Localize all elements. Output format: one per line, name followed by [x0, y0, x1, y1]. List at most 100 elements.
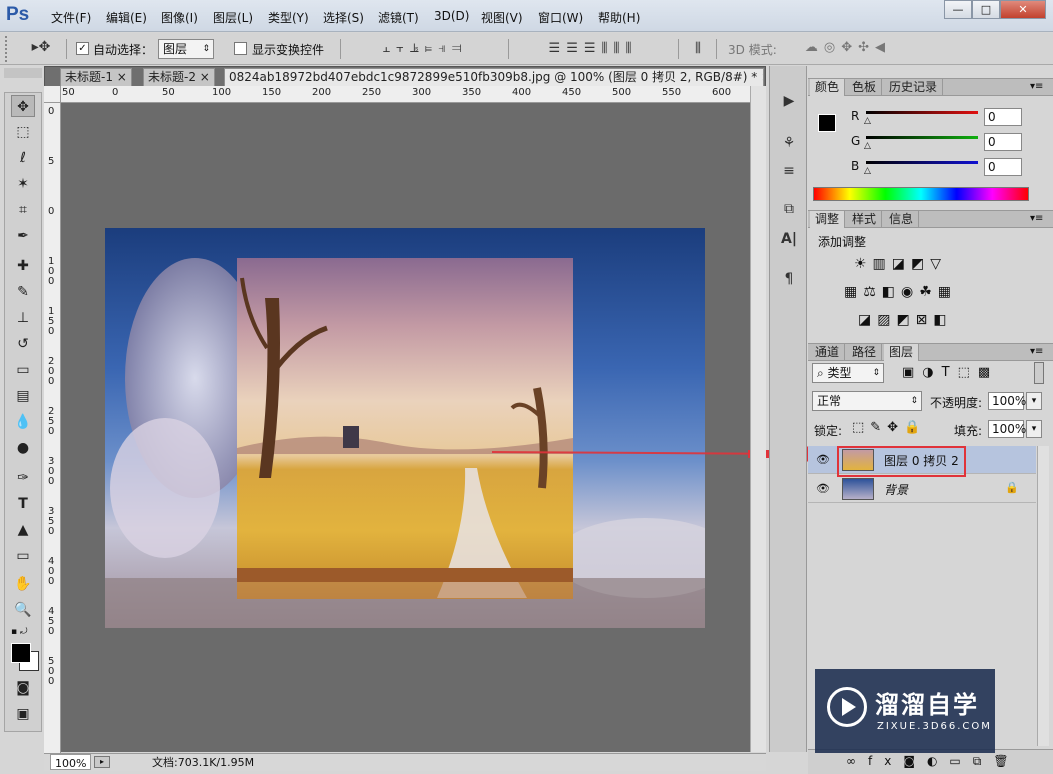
- brush-tool-icon[interactable]: ✎: [11, 281, 35, 303]
- close-icon[interactable]: ×: [761, 70, 763, 84]
- grip-handle[interactable]: [5, 36, 8, 62]
- channel-g-input[interactable]: 0: [984, 133, 1022, 151]
- gradient-tool-icon[interactable]: ▤: [11, 385, 35, 407]
- history-brush-icon[interactable]: ↺: [11, 333, 35, 355]
- crop-tool-icon[interactable]: ⌗: [11, 199, 35, 221]
- layer-filter-icons[interactable]: ▣◑T⬚▩: [902, 365, 1022, 380]
- eye-icon[interactable]: 👁: [816, 482, 830, 495]
- menu-select[interactable]: 选择(S): [323, 9, 364, 26]
- menu-file[interactable]: 文件(F): [51, 9, 91, 26]
- layer-name[interactable]: 背景: [884, 481, 908, 498]
- menu-window[interactable]: 窗口(W): [538, 9, 583, 26]
- close-icon[interactable]: ×: [200, 70, 210, 84]
- tab-info[interactable]: 信息: [884, 211, 920, 228]
- eyedropper-tool-icon[interactable]: ✒: [11, 225, 35, 247]
- blur-tool-icon[interactable]: 💧: [11, 411, 35, 433]
- vertical-ruler[interactable]: 0 5 0 100 150 200 250 300 350 400 450 500: [44, 103, 61, 753]
- lasso-tool-icon[interactable]: ℓ: [11, 147, 35, 169]
- menu-view[interactable]: 视图(V): [481, 9, 523, 26]
- quick-mask-icon[interactable]: ◙: [11, 677, 35, 699]
- filter-toggle[interactable]: [1034, 362, 1044, 384]
- lock-icons[interactable]: ⬚✎✥🔒: [852, 420, 932, 435]
- move-tool-preset-icon[interactable]: ▸✥: [26, 39, 56, 59]
- auto-align-icon[interactable]: ⫼: [688, 41, 708, 56]
- opacity-input[interactable]: 100%: [988, 392, 1026, 410]
- brush-settings-icon[interactable]: ≡: [778, 160, 800, 182]
- slider-thumb-icon[interactable]: △: [864, 116, 871, 126]
- layer-row-background[interactable]: 👁 背景 🔒: [808, 475, 1036, 503]
- tab-layers[interactable]: 图层: [884, 344, 920, 361]
- quick-select-tool-icon[interactable]: ✶: [11, 173, 35, 195]
- minimize-button[interactable]: —: [944, 0, 972, 19]
- pen-tool-icon[interactable]: ✑: [11, 467, 35, 489]
- auto-select-checkbox[interactable]: ✓: [76, 42, 89, 55]
- menu-help[interactable]: 帮助(H): [598, 9, 640, 26]
- tab-channels[interactable]: 通道: [810, 344, 846, 361]
- menu-filter[interactable]: 滤镜(T): [378, 9, 419, 26]
- tab-color[interactable]: 颜色: [810, 79, 846, 96]
- clone-source-icon[interactable]: ⧉: [778, 198, 800, 220]
- healing-brush-icon[interactable]: ✚: [11, 255, 35, 277]
- tab-untitled-2[interactable]: 未标题-2 ×: [143, 68, 215, 86]
- fill-dropdown-icon[interactable]: ▾: [1026, 420, 1042, 438]
- tab-styles[interactable]: 样式: [847, 211, 883, 228]
- layer-action-icons[interactable]: ∞fx◙◐▭⧉🗑: [846, 754, 1046, 769]
- 3d-mode-icons[interactable]: ☁◎✥✣◀: [788, 40, 908, 55]
- screen-mode-icon[interactable]: ▣: [11, 703, 35, 725]
- tab-swatches[interactable]: 色板: [847, 79, 883, 96]
- adjustment-icons-row3[interactable]: ◪▨◩⊠◧: [858, 312, 1028, 328]
- distribute-icons[interactable]: ☰☰☰⫼⫼⫼: [518, 41, 668, 56]
- tab-active-document[interactable]: 0824ab18972bd407ebdc1c9872899e510fb309b8…: [224, 68, 764, 86]
- color-spectrum-bar[interactable]: [813, 187, 1029, 201]
- show-transform-checkbox[interactable]: [234, 42, 247, 55]
- type-tool-icon[interactable]: T: [11, 493, 35, 515]
- shape-tool-icon[interactable]: ▭: [11, 545, 35, 567]
- status-menu-icon[interactable]: ▸: [94, 756, 110, 768]
- auto-select-dropdown[interactable]: 图层 ⇕: [158, 39, 214, 59]
- paragraph-icon[interactable]: ¶: [778, 268, 800, 290]
- zoom-level[interactable]: 100%: [50, 754, 92, 770]
- vertical-scrollbar[interactable]: [750, 86, 766, 752]
- channel-r-input[interactable]: 0: [984, 108, 1022, 126]
- channel-b-slider[interactable]: [866, 161, 978, 164]
- blend-mode-dropdown[interactable]: 正常 ⇕: [812, 391, 922, 411]
- tab-untitled-1[interactable]: 未标题-1 ×: [60, 68, 132, 86]
- panel-menu-icon[interactable]: ▾≡: [1030, 346, 1043, 357]
- slider-thumb-icon[interactable]: △: [864, 141, 871, 151]
- painting-layer[interactable]: [237, 258, 573, 599]
- foreground-color-swatch[interactable]: [11, 643, 31, 663]
- menu-type[interactable]: 类型(Y): [268, 9, 309, 26]
- panel-menu-icon[interactable]: ▾≡: [1030, 213, 1043, 224]
- slider-thumb-icon[interactable]: △: [864, 166, 871, 176]
- menu-layer[interactable]: 图层(L): [213, 9, 253, 26]
- character-icon[interactable]: A|: [778, 228, 800, 250]
- marquee-tool-icon[interactable]: ⬚: [11, 121, 35, 143]
- path-select-icon[interactable]: ▲: [11, 519, 35, 541]
- adjustment-icons-row2[interactable]: ▦⚖◧◉☘▦: [844, 284, 1034, 300]
- channel-g-slider[interactable]: [866, 136, 978, 139]
- align-icons[interactable]: ⫠⫟⫡⫢⫣⫤: [350, 41, 500, 56]
- play-icon[interactable]: ▶: [778, 90, 800, 112]
- tab-history[interactable]: 历史记录: [884, 79, 944, 96]
- foreground-color-swatch[interactable]: [818, 114, 836, 132]
- tab-adjustments[interactable]: 调整: [810, 211, 846, 228]
- ruler-origin[interactable]: [44, 86, 61, 103]
- hand-tool-icon[interactable]: ✋: [11, 573, 35, 595]
- opacity-dropdown-icon[interactable]: ▾: [1026, 392, 1042, 410]
- layers-scrollbar[interactable]: [1037, 446, 1049, 746]
- brush-presets-icon[interactable]: ⚘: [778, 132, 800, 154]
- menu-edit[interactable]: 编辑(E): [106, 9, 147, 26]
- menu-3d[interactable]: 3D(D): [434, 9, 469, 23]
- layer-filter-dropdown[interactable]: ⌕ 类型 ⇕: [812, 363, 884, 383]
- fill-input[interactable]: 100%: [988, 420, 1026, 438]
- eye-icon[interactable]: 👁: [816, 453, 830, 466]
- clone-stamp-icon[interactable]: ⊥: [11, 307, 35, 329]
- swap-colors-icon[interactable]: ▪ ⤾: [11, 627, 39, 637]
- panel-menu-icon[interactable]: ▾≡: [1030, 81, 1043, 92]
- channel-b-input[interactable]: 0: [984, 158, 1022, 176]
- close-button[interactable]: ✕: [1000, 0, 1046, 19]
- menu-image[interactable]: 图像(I): [161, 9, 198, 26]
- dodge-tool-icon[interactable]: ●: [11, 437, 35, 459]
- eraser-tool-icon[interactable]: ▭: [11, 359, 35, 381]
- zoom-tool-icon[interactable]: 🔍: [11, 599, 35, 621]
